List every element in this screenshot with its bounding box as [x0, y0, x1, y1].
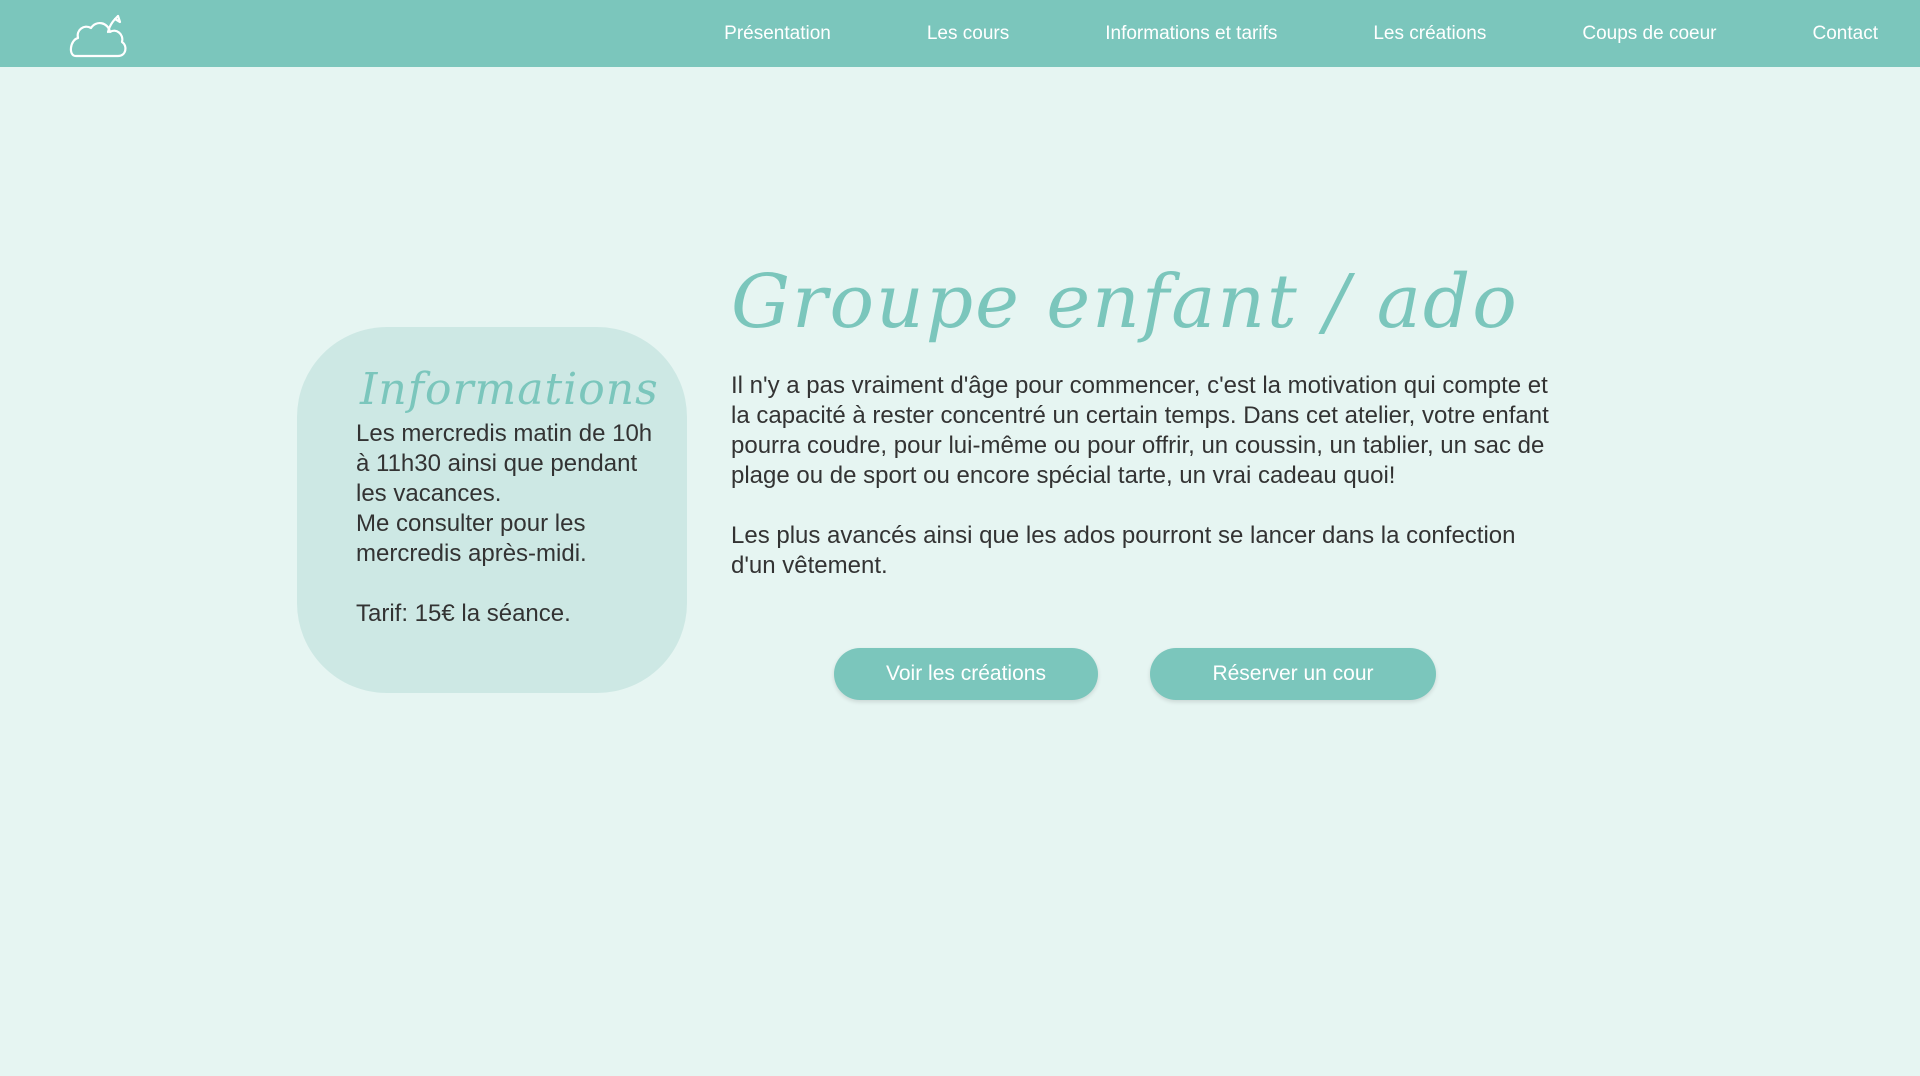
nav-item-les-cours[interactable]: Les cours	[927, 23, 1009, 45]
view-creations-button[interactable]: Voir les créations	[834, 648, 1098, 700]
info-schedule: Les mercredis matin de 10h à 11h30 ainsi…	[356, 420, 653, 508]
page-title: Groupe enfant / ado	[731, 259, 1519, 345]
info-price: Tarif: 15€ la séance.	[356, 600, 571, 628]
main-content: Groupe enfant / ado Il n'y a pas vraimen…	[731, 259, 1566, 581]
nav-item-contact[interactable]: Contact	[1813, 23, 1878, 45]
info-note: Me consulter pour les mercredis après-mi…	[356, 510, 587, 568]
info-title: Informations	[360, 364, 659, 415]
description-paragraph-2: Les plus avancés ainsi que les ados pour…	[731, 522, 1516, 580]
info-card: Informations Les mercredis matin de 10h …	[297, 327, 687, 693]
description-paragraph-1: Il n'y a pas vraiment d'âge pour commenc…	[731, 372, 1549, 490]
nav-item-informations-tarifs[interactable]: Informations et tarifs	[1105, 23, 1277, 45]
nav-item-les-creations[interactable]: Les créations	[1373, 23, 1486, 45]
top-navigation-bar: Présentation Les cours Informations et t…	[0, 0, 1920, 67]
nav-item-presentation[interactable]: Présentation	[724, 23, 831, 45]
nav-item-coups-de-coeur[interactable]: Coups de coeur	[1582, 23, 1716, 45]
main-nav: Présentation Les cours Informations et t…	[724, 0, 1878, 67]
cloud-icon[interactable]	[66, 12, 130, 60]
book-class-button[interactable]: Réserver un cour	[1150, 648, 1436, 700]
